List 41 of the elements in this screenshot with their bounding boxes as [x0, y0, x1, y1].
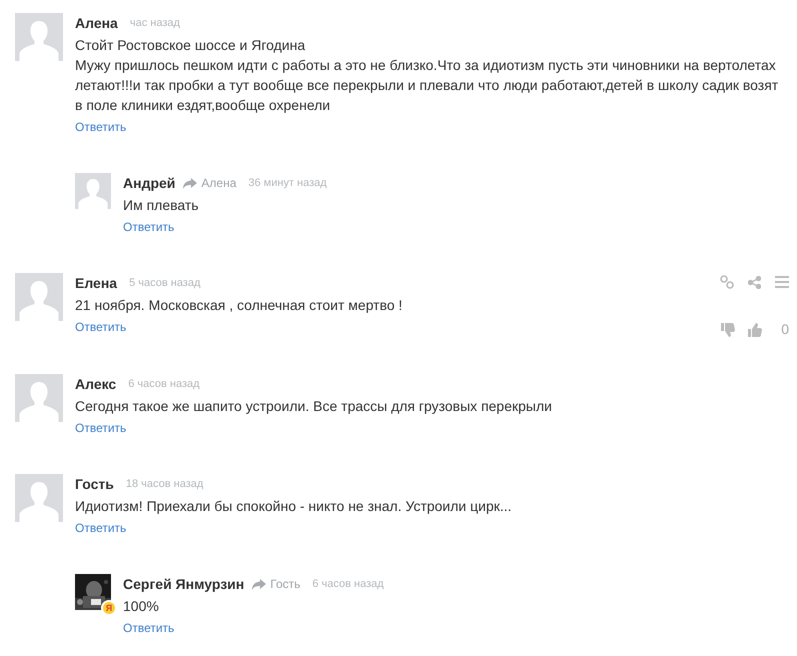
author-name[interactable]: Гость	[75, 474, 114, 494]
author-name[interactable]: Алекс	[75, 374, 116, 394]
reply-to-name[interactable]: Алена	[201, 174, 236, 192]
comment-time: 6 часов назад	[312, 576, 384, 592]
comment-time: 36 минут назад	[248, 176, 327, 191]
comment-text: Им плевать	[123, 196, 200, 215]
comment-time: 18 часов назад	[126, 476, 204, 492]
reply-link[interactable]: Ответить	[75, 520, 126, 536]
thumbs-up-icon[interactable]	[748, 322, 764, 336]
avatar-placeholder-icon	[15, 13, 63, 61]
reply-to-name[interactable]: Гость	[270, 575, 300, 593]
reply-arrow-icon	[252, 578, 266, 590]
comment-time: 5 часов назад	[129, 276, 200, 291]
author-name[interactable]: Сергей Янмурзин	[123, 574, 244, 594]
comment-time: 6 часов назад	[128, 376, 200, 392]
link-icon[interactable]	[720, 275, 734, 289]
reply-link[interactable]: Ответить	[75, 319, 126, 335]
comment-text: Стойт Ростовское шоссе и Ягодина	[75, 36, 306, 55]
thumbs-down-icon[interactable]	[721, 322, 736, 336]
reply-link[interactable]: Ответить	[123, 620, 174, 636]
comment-text: Сегодня такое же шапито устроили. Все трассы для грузовых перекрыли	[75, 397, 553, 416]
author-name[interactable]: Андрей	[123, 172, 176, 194]
author-name[interactable]: Елена	[75, 272, 118, 294]
menu-icon[interactable]	[775, 276, 789, 288]
vote-count: 0	[781, 320, 789, 339]
comment-text: 21 ноября. Московская , солнечная стоит мертво !	[75, 296, 404, 315]
avatar-placeholder-icon	[15, 474, 63, 522]
reply-link[interactable]: Ответить	[75, 420, 126, 436]
share-icon[interactable]	[748, 276, 761, 288]
author-name[interactable]: Алена	[75, 12, 118, 34]
avatar-placeholder-icon	[15, 273, 63, 321]
comment-text: Мужу пришлось пешком идти с работы а это не близко.Что за идиотизм пусть эти чиновники на вертолетах летают!!!и так пробки а тут вообще все перекрыли и плевали что люди работают,детей в школу садик возят в поле клиники ездят,вообще охренели	[75, 56, 780, 115]
reply-arrow-icon	[183, 178, 198, 188]
avatar-placeholder-icon	[75, 173, 111, 209]
avatar-placeholder-icon	[15, 374, 63, 422]
badge: Я	[101, 600, 117, 616]
comment-time: час назад	[130, 16, 180, 31]
reply-link[interactable]: Ответить	[123, 219, 174, 235]
reply-link[interactable]: Ответить	[75, 119, 126, 135]
comment-text: 100%	[123, 597, 160, 616]
comment-text: Идиотизм! Приехали бы спокойно - никто не знал. Устроили цирк...	[75, 497, 513, 516]
